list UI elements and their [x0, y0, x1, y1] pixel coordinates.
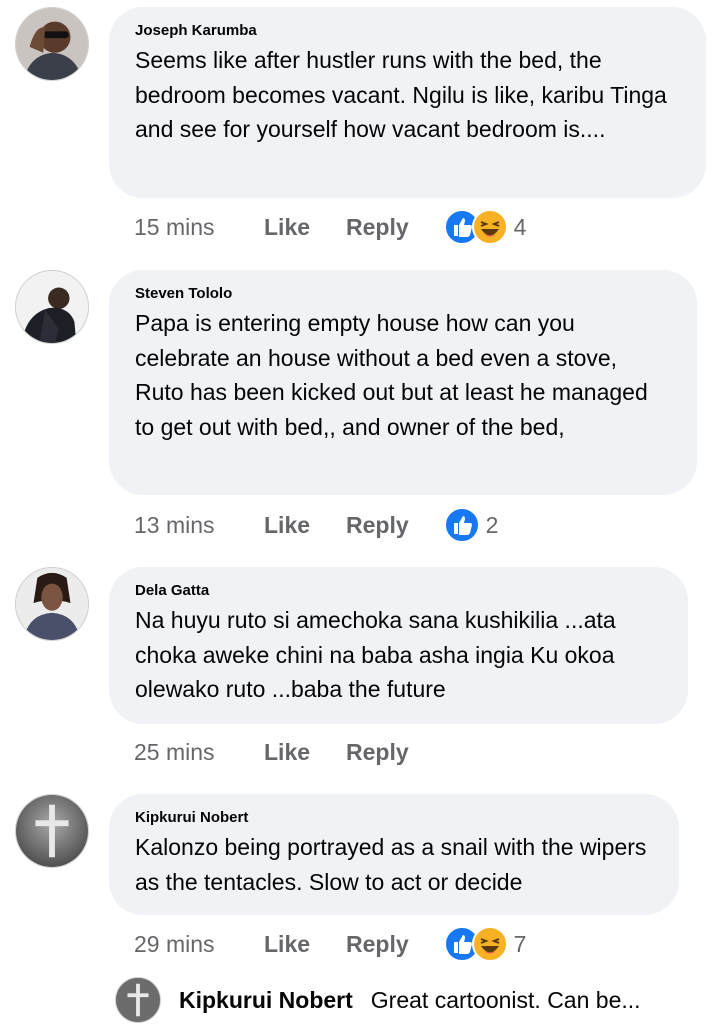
- comment-bubble: Joseph Karumba Seems like after hustler …: [109, 7, 706, 198]
- comment-author[interactable]: Dela Gatta: [135, 581, 662, 600]
- comment-author[interactable]: Kipkurui Nobert: [135, 808, 653, 827]
- like-button[interactable]: Like: [264, 739, 310, 766]
- avatar[interactable]: [115, 977, 161, 1023]
- reaction-summary[interactable]: 2: [443, 507, 499, 543]
- like-button[interactable]: Like: [264, 214, 310, 241]
- haha-icon: [471, 209, 508, 245]
- reaction-count: 7: [513, 930, 527, 957]
- comment-author[interactable]: Steven Tololo: [135, 284, 671, 303]
- reply-button[interactable]: Reply: [346, 739, 409, 766]
- comment-text: Papa is entering empty house how can you…: [135, 310, 648, 440]
- avatar[interactable]: [15, 7, 89, 81]
- avatar[interactable]: [15, 794, 89, 868]
- comment-time[interactable]: 13 mins: [134, 512, 264, 539]
- reaction-count: 2: [485, 511, 499, 538]
- comment-actions: 25 mins Like Reply: [134, 735, 444, 769]
- reply-preview[interactable]: Kipkurui Nobert Great cartoonist. Can be…: [115, 975, 641, 1025]
- comment-actions: 29 mins Like Reply 7: [134, 926, 527, 962]
- avatar[interactable]: [15, 567, 89, 641]
- reply-button[interactable]: Reply: [346, 214, 409, 241]
- comment-text: Kalonzo being portrayed as a snail with …: [135, 834, 647, 895]
- reply-button[interactable]: Reply: [346, 931, 409, 958]
- comment-bubble: Steven Tololo Papa is entering empty hou…: [109, 270, 697, 495]
- reaction-count: 4: [513, 213, 527, 240]
- avatar[interactable]: [15, 270, 89, 344]
- comment-time[interactable]: 29 mins: [134, 931, 264, 958]
- comment-time[interactable]: 15 mins: [134, 214, 264, 241]
- comment-bubble: Dela Gatta Na huyu ruto si amechoka sana…: [109, 567, 688, 724]
- reaction-summary[interactable]: 7: [443, 926, 527, 962]
- reply-author[interactable]: Kipkurui Nobert: [179, 987, 353, 1014]
- comment-text: Na huyu ruto si amechoka sana kushikilia…: [135, 607, 616, 702]
- haha-icon: [471, 926, 508, 962]
- like-button[interactable]: Like: [264, 931, 310, 958]
- comment-bubble: Kipkurui Nobert Kalonzo being portrayed …: [109, 794, 679, 915]
- reply-button[interactable]: Reply: [346, 512, 409, 539]
- comment-text: Seems like after hustler runs with the b…: [135, 47, 667, 142]
- comment-author[interactable]: Joseph Karumba: [135, 21, 680, 40]
- reply-text: Great cartoonist. Can be...: [370, 986, 641, 1013]
- comment-actions: 13 mins Like Reply 2: [134, 507, 499, 543]
- like-button[interactable]: Like: [264, 512, 310, 539]
- reaction-summary[interactable]: 4: [443, 209, 527, 245]
- comment-actions: 15 mins Like Reply 4: [134, 209, 527, 245]
- like-icon: [443, 507, 480, 543]
- comment-time[interactable]: 25 mins: [134, 739, 264, 766]
